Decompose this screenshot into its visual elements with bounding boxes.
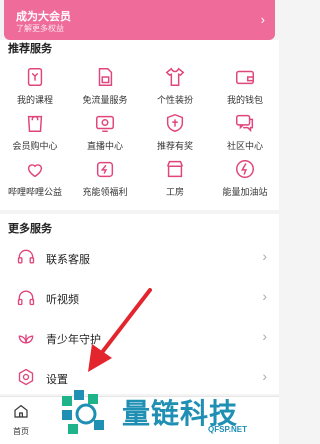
chat-bubbles-icon (236, 114, 254, 133)
grid-label: 能量加油站 (222, 187, 268, 197)
watermark: 量链科技 QFSP.NET (58, 382, 279, 444)
grid-item-data-free[interactable]: 免流量服务 (70, 66, 140, 106)
grid-label: 我的课程 (16, 95, 53, 105)
vip-banner[interactable]: 成为大会员 了解更多权益 › (4, 0, 275, 40)
tab-home-label: 首页 (13, 427, 29, 436)
grid-label: 个性装扮 (156, 95, 193, 105)
chevron-right-icon: › (262, 288, 267, 304)
list-item-youth-protection[interactable]: 青少年守护 › (0, 318, 279, 358)
grid-item-my-courses[interactable]: 我的课程 (0, 66, 70, 106)
live-tv-icon (96, 115, 114, 132)
grid-item-personal-dressup[interactable]: 个性装扮 (140, 66, 210, 106)
grid-label: 工房 (165, 187, 184, 197)
store-icon (166, 160, 184, 178)
wallet-icon (236, 70, 254, 85)
leaf-icon (18, 334, 34, 344)
reward-shield-icon (166, 113, 184, 133)
shopping-icon (27, 115, 43, 132)
grid-label: 推荐有奖 (156, 141, 193, 151)
vip-title: 成为大会员 (16, 11, 71, 23)
grid-item-energy-station[interactable]: 能量加油站 (210, 158, 280, 198)
home-icon (14, 404, 28, 418)
grid-item-community-center[interactable]: 社区中心 (210, 112, 280, 152)
list-item-label: 青少年守护 (46, 334, 101, 346)
grid-label: 会员购中心 (12, 141, 58, 151)
charity-icon (27, 164, 43, 178)
grid-label: 哔哩哔哩公益 (7, 187, 62, 197)
settings-icon (18, 368, 34, 386)
chevron-right-icon: › (262, 328, 267, 344)
grid-item-bilibili-charity[interactable]: 哔哩哔哩公益 (0, 158, 70, 198)
list-item-label: 听视频 (46, 294, 79, 306)
grid-item-charge-benefits[interactable]: 充能领福利 (70, 158, 140, 198)
section-title-more: 更多服务 (8, 223, 52, 235)
vip-subtitle: 了解更多权益 (16, 24, 64, 33)
watermark-logo-icon (62, 390, 104, 434)
chevron-right-icon: › (262, 248, 267, 264)
grid-item-live-center[interactable]: 直播中心 (70, 112, 140, 152)
lightning-icon (236, 160, 254, 178)
grid-label: 社区中心 (226, 141, 263, 151)
grid-item-my-wallet[interactable]: 我的钱包 (210, 66, 280, 106)
grid-label: 直播中心 (86, 141, 123, 151)
list-item-customer-service[interactable]: 联系客服 › (0, 238, 279, 278)
sim-card-icon (98, 68, 113, 86)
grid-label: 我的钱包 (226, 95, 263, 105)
recommended-services-section: 推荐服务 我的课程 免流量服务 个性装扮 我的钱包 会员购中心 直播中心 推荐有… (0, 40, 279, 210)
tshirt-icon (165, 67, 185, 86)
grid-item-referral-reward[interactable]: 推荐有奖 (140, 112, 210, 152)
headphones-icon (17, 290, 35, 306)
tab-home[interactable]: 首页 (6, 403, 36, 437)
grid-item-member-shop[interactable]: 会员购中心 (0, 112, 70, 152)
more-services-section: 更多服务 联系客服 › 听视频 › 青少年守护 › 设置 › (0, 214, 279, 394)
section-title-recommended: 推荐服务 (8, 43, 52, 55)
charge-icon (96, 161, 114, 178)
grid-label: 充能领福利 (82, 187, 128, 197)
list-item-label: 联系客服 (46, 254, 90, 266)
grid-label: 免流量服务 (82, 95, 128, 105)
watermark-url: QFSP.NET (208, 425, 247, 434)
grid-item-workshop[interactable]: 工房 (140, 158, 210, 198)
course-icon (27, 68, 43, 86)
headset-icon (17, 249, 35, 264)
chevron-right-icon: › (260, 12, 265, 27)
list-item-listen-video[interactable]: 听视频 › (0, 278, 279, 318)
